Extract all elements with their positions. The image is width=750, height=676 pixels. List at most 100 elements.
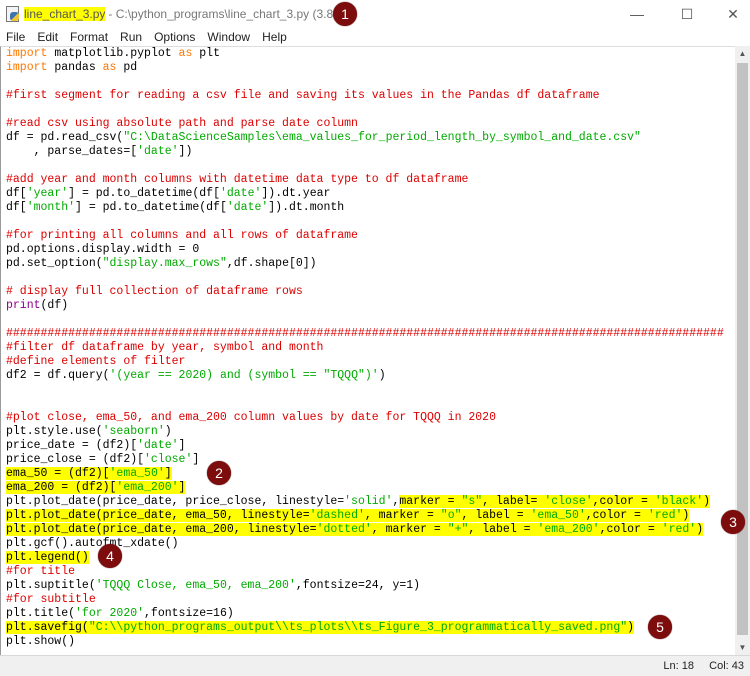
title-bar: line_chart_3.py - C:\python_programs\lin… — [0, 0, 750, 28]
code-line: #plot close, ema_50, and ema_200 column … — [6, 411, 724, 425]
code-line: import pandas as pd — [6, 61, 724, 75]
string-token: 'seaborn' — [102, 425, 165, 438]
comment-token: #add year and month columns with datetim… — [6, 173, 469, 186]
code-token: ema_200 = (df2)[ — [6, 481, 117, 494]
scroll-down-arrow-icon[interactable]: ▼ — [735, 640, 750, 655]
code-line: #for printing all columns and all rows o… — [6, 229, 724, 243]
code-token: ] — [164, 467, 172, 480]
keyword-token: as — [178, 47, 193, 60]
code-line: df = pd.read_csv("C:\DataScienceSamples\… — [6, 131, 724, 145]
code-token: plt.plot_date(price_date, ema_50, linest… — [6, 509, 310, 522]
menu-file[interactable]: File — [0, 28, 31, 46]
code-token: df[ — [6, 187, 27, 200]
code-token: ] = pd.to_datetime(df[ — [75, 201, 227, 214]
scrollbar-thumb[interactable] — [737, 63, 748, 635]
string-token: 'month' — [26, 201, 76, 214]
code-line: df['month'] = pd.to_datetime(df['date'])… — [6, 201, 724, 215]
scroll-up-arrow-icon[interactable]: ▲ — [735, 46, 750, 61]
code-token: ]).dt.year — [261, 187, 331, 200]
menu-run[interactable]: Run — [114, 28, 148, 46]
string-token: "C:\\python_programs_output\\ts_plots\\t… — [88, 621, 628, 634]
string-token: 'ema_200' — [537, 523, 600, 536]
menu-window[interactable]: Window — [201, 28, 256, 46]
code-line: plt.plot_date(price_date, ema_200, lines… — [6, 523, 724, 537]
string-token: '(year == 2020) and (symbol == "TQQQ")' — [109, 369, 379, 382]
code-token: price_close = (df2)[ — [6, 453, 145, 466]
code-token: ] — [178, 481, 186, 494]
code-token: ] — [192, 453, 200, 466]
code-token: pd — [116, 61, 138, 74]
code-token: pandas — [47, 61, 103, 74]
code-token: marker = — [399, 495, 462, 508]
string-token: 'year' — [26, 187, 69, 200]
string-token: "display.max_rows" — [102, 257, 227, 270]
code-token: pd.options.display.width = 0 — [6, 243, 200, 256]
code-token: ) — [164, 425, 172, 438]
code-token: , marker = — [364, 509, 441, 522]
code-line: df['year'] = pd.to_datetime(df['date']).… — [6, 187, 724, 201]
code-line: #read csv using absolute path and parse … — [6, 117, 724, 131]
string-token: "o" — [440, 509, 462, 522]
code-token: plt.savefig( — [6, 621, 89, 634]
code-token: plt — [192, 47, 220, 60]
comment-token: #filter df dataframe by year, symbol and… — [6, 341, 324, 354]
string-token: 'date' — [137, 145, 179, 158]
string-token: 'ema_50' — [109, 467, 165, 480]
string-token: "s" — [461, 495, 483, 508]
code-token: ]).dt.month — [268, 201, 345, 214]
vertical-scrollbar[interactable]: ▲ ▼ — [735, 46, 750, 655]
code-token: , label = — [461, 509, 531, 522]
code-line: pd.options.display.width = 0 — [6, 243, 724, 257]
code-token: plt.title( — [6, 607, 76, 620]
code-token: , marker = — [371, 523, 448, 536]
code-token: ] — [178, 439, 186, 452]
code-line: plt.suptitle('TQQQ Close, ema_50, ema_20… — [6, 579, 724, 593]
code-token: ) — [682, 509, 690, 522]
code-line: ema_50 = (df2)['ema_50'] — [6, 467, 724, 481]
callout-badge-5: 5 — [648, 615, 672, 639]
code-line: pd.set_option("display.max_rows",df.shap… — [6, 257, 724, 271]
menu-help[interactable]: Help — [256, 28, 293, 46]
code-token: ] = pd.to_datetime(df[ — [68, 187, 220, 200]
comment-token: ########################################… — [6, 327, 724, 340]
string-token: 'close' — [544, 495, 593, 508]
string-token: 'ema_200' — [116, 481, 179, 494]
callout-badge-3: 3 — [721, 510, 745, 534]
code-token: plt.plot_date(price_date, price_close, l… — [6, 495, 345, 508]
python-file-icon — [6, 6, 20, 22]
minimize-button[interactable]: — — [622, 4, 652, 24]
string-token: 'date' — [226, 201, 269, 214]
string-token: 'dashed' — [309, 509, 365, 522]
maximize-button[interactable]: ☐ — [672, 4, 702, 24]
callout-badge-4: 4 — [98, 544, 122, 568]
code-token: (df) — [40, 299, 69, 312]
string-token: 'red' — [647, 509, 683, 522]
string-token: 'for 2020' — [75, 607, 145, 620]
code-token: plt.style.use( — [6, 425, 103, 438]
code-line: price_date = (df2)['date'] — [6, 439, 724, 453]
close-button[interactable]: ✕ — [718, 4, 748, 24]
string-token: 'ema_50' — [530, 509, 586, 522]
menu-options[interactable]: Options — [148, 28, 201, 46]
menu-format[interactable]: Format — [64, 28, 114, 46]
comment-token: #for printing all columns and all rows o… — [6, 229, 358, 242]
code-token: ,fontsize=16) — [144, 607, 234, 620]
code-line: plt.show() — [6, 635, 724, 649]
string-token: "C:\DataScienceSamples\ema_values_for_pe… — [123, 131, 641, 144]
code-token: , label= — [482, 495, 545, 508]
code-line: ########################################… — [6, 327, 724, 341]
column-number: Col: 43 — [709, 660, 744, 672]
code-token: ) — [696, 523, 704, 536]
string-token: 'TQQQ Close, ema_50, ema_200' — [95, 579, 296, 592]
comment-token: #plot close, ema_50, and ema_200 column … — [6, 411, 496, 424]
window-title-path: - C:\python_programs\line_chart_3.py (3.… — [108, 7, 348, 21]
code-line: #first segment for reading a csv file an… — [6, 89, 724, 103]
menu-edit[interactable]: Edit — [31, 28, 64, 46]
code-line: #add year and month columns with datetim… — [6, 173, 724, 187]
code-token: ) — [378, 369, 386, 382]
comment-token: #read csv using absolute path and parse … — [6, 117, 358, 130]
